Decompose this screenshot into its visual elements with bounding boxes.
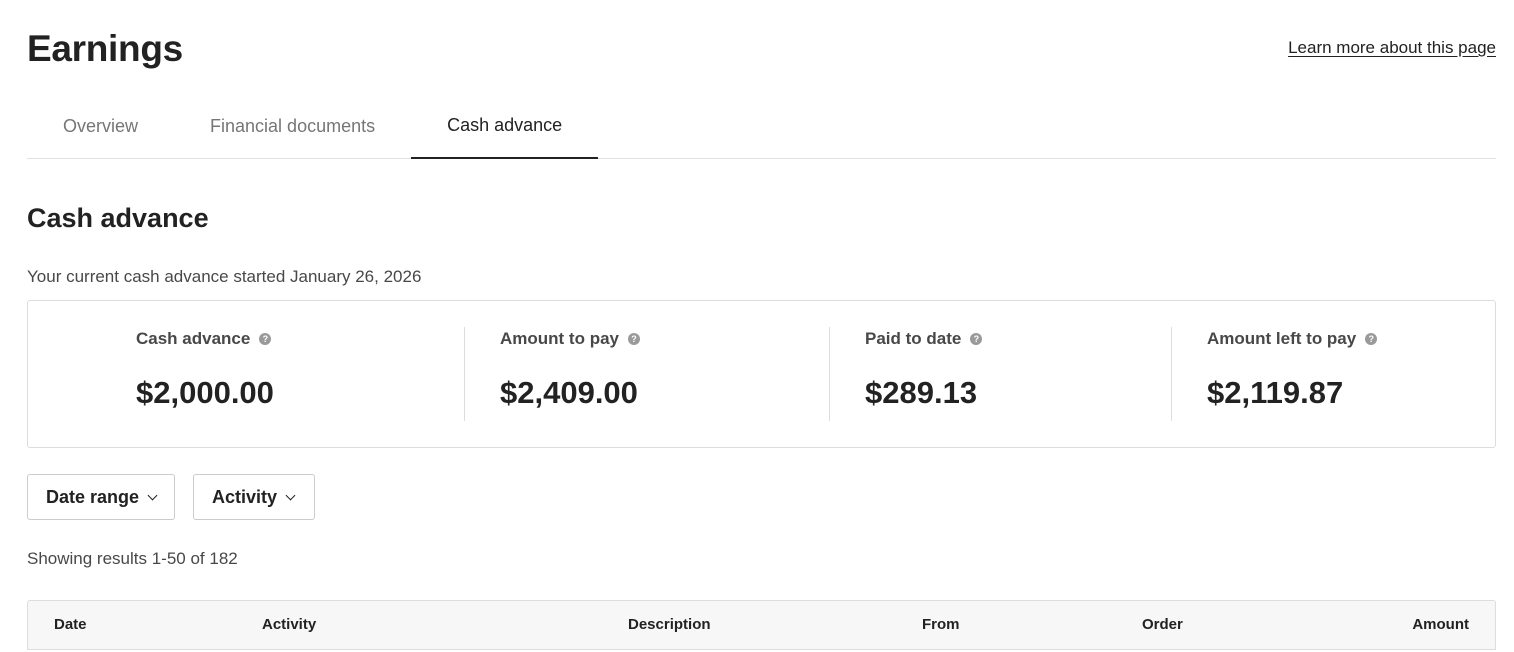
page-header: Earnings Learn more about this page [27,0,1496,92]
help-icon[interactable]: ? [259,333,272,345]
column-header-amount[interactable]: Amount [1412,616,1469,633]
cash-advance-summary-card: Cash advance ? $2,000.00 Amount to pay ?… [27,300,1496,448]
stat-label: Amount left to pay ? [1207,329,1495,349]
help-icon[interactable]: ? [1365,333,1378,345]
stat-value: $289.13 [865,375,978,410]
page-title: Earnings [27,28,183,69]
chevron-down-icon [147,490,158,500]
help-icon[interactable]: ? [970,333,983,345]
column-header-description[interactable]: Description [628,616,711,633]
table-header: Date Activity Description From Order Amo… [27,600,1496,650]
date-range-filter-button[interactable]: Date range [27,474,175,520]
column-header-activity[interactable]: Activity [262,616,316,633]
learn-more-link[interactable]: Learn more about this page [1288,38,1496,58]
advance-start-text: Your current cash advance started Januar… [27,267,422,286]
stat-value: $2,000.00 [136,375,274,410]
column-header-order[interactable]: Order [1142,616,1183,633]
stat-label: Cash advance ? [136,329,464,349]
stat-amount-to-pay: Amount to pay ? $2,409.00 [464,327,829,421]
tab-bar: Overview Financial documents Cash advanc… [27,92,1496,159]
stat-cash-advance: Cash advance ? $2,000.00 [28,327,464,421]
tab-overview[interactable]: Overview [27,92,174,158]
chevron-down-icon [285,490,296,500]
stat-label: Paid to date ? [865,329,1171,349]
column-header-from[interactable]: From [922,616,960,633]
earnings-page: Earnings Learn more about this page Over… [0,0,1514,652]
results-summary: Showing results 1-50 of 182 [27,549,238,568]
stat-value: $2,409.00 [500,375,638,410]
stat-value: $2,119.87 [1207,375,1344,410]
tab-cash-advance[interactable]: Cash advance [411,92,599,159]
column-header-date[interactable]: Date [54,616,87,633]
section-title: Cash advance [27,203,209,233]
stat-amount-left-to-pay: Amount left to pay ? $2,119.87 [1171,327,1495,421]
help-icon[interactable]: ? [628,333,640,345]
stat-paid-to-date: Paid to date ? $289.13 [829,327,1171,421]
filter-bar: Date range Activity [27,474,1496,520]
tab-financial-documents[interactable]: Financial documents [174,92,411,158]
stat-label: Amount to pay ? [500,329,829,349]
activity-filter-button[interactable]: Activity [193,474,315,520]
